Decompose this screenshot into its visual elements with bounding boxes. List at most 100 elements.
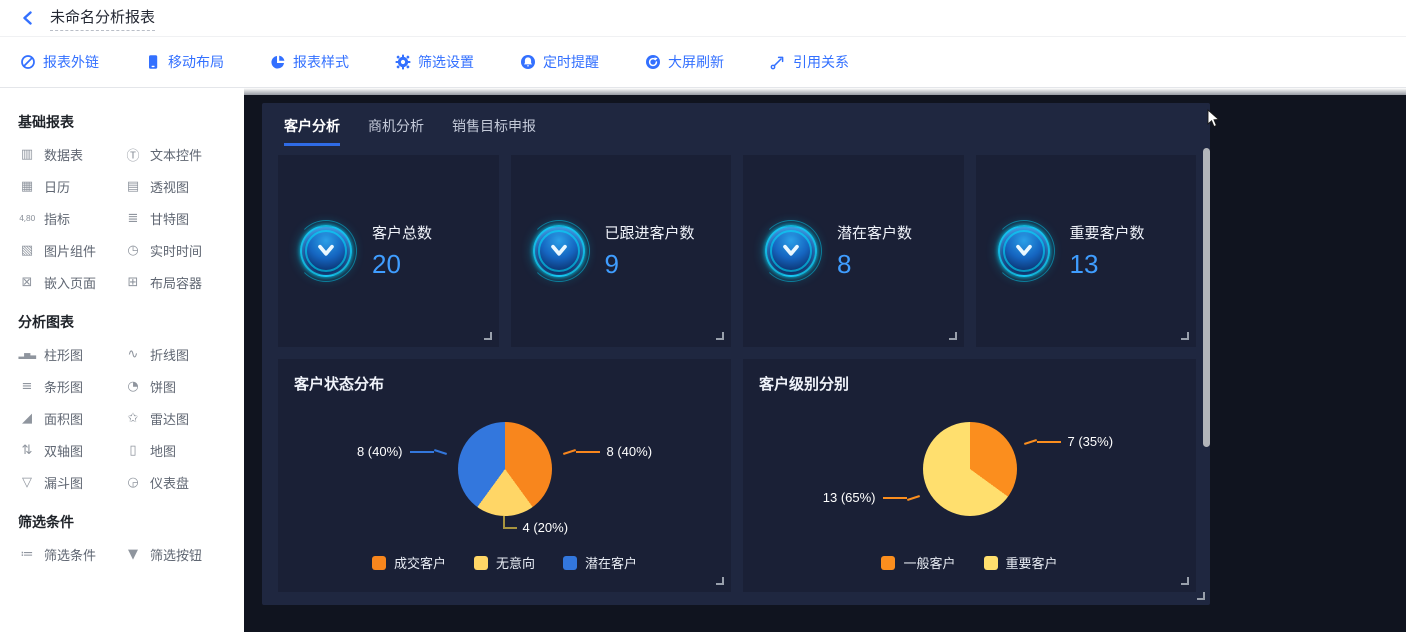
pie-chart-area: 8 (40%) 8 (40%) 4 (20%) <box>294 398 715 550</box>
sidebar-item-dual-axis-chart[interactable]: ⇅双轴图 <box>18 434 124 466</box>
section-title-analysis-charts: 分析图表 <box>18 312 244 332</box>
bell-icon <box>520 54 536 70</box>
section-title-basic-reports: 基础报表 <box>18 112 244 132</box>
sidebar-item-layout-container[interactable]: ⊞布局容器 <box>124 266 230 298</box>
sidebar-item-gauge[interactable]: ◶仪表盘 <box>124 466 230 498</box>
canvas-tabs: 客户分析 商机分析 销售目标申报 <box>262 103 1210 146</box>
sidebar-item-filter-button[interactable]: ▼筛选按钮 <box>124 538 230 570</box>
pie-chart-area: 7 (35%) 13 (65%) <box>759 398 1180 550</box>
line-chart-icon: ∿ <box>124 347 142 362</box>
dual-axis-chart-icon: ⇅ <box>18 443 36 458</box>
filter-conditions-grid: ≔筛选条件 ▼筛选按钮 <box>18 538 244 570</box>
label-line <box>563 449 576 455</box>
kpi-card-total-customers[interactable]: 客户总数 20 <box>278 155 499 347</box>
sidebar-item-map[interactable]: ▯地图 <box>124 434 230 466</box>
component-sidebar: 基础报表 ▥数据表 Ⓣ文本控件 ▦日历 ▤透视图 4,80指标 ≣甘特图 ▧图片… <box>0 88 244 632</box>
vertical-scrollbar[interactable] <box>1203 148 1210 447</box>
sidebar-item-calendar[interactable]: ▦日历 <box>18 170 124 202</box>
sidebar-item-area-chart[interactable]: ◢面积图 <box>18 402 124 434</box>
clock-icon: ◷ <box>124 243 142 258</box>
kpi-label: 潜在客户数 <box>837 222 912 243</box>
report-title[interactable]: 未命名分析报表 <box>50 6 155 31</box>
sidebar-item-funnel-chart[interactable]: ▽漏斗图 <box>18 466 124 498</box>
chart-title: 客户状态分布 <box>294 373 715 394</box>
kpi-card-important-customers[interactable]: 重要客户数 13 <box>976 155 1197 347</box>
resize-handle-icon[interactable] <box>716 332 724 340</box>
report-canvas[interactable]: 客户分析 商机分析 销售目标申报 客户总数 20 <box>244 88 1406 632</box>
kpi-badge-icon <box>533 225 585 277</box>
back-button[interactable] <box>16 6 40 30</box>
pie-chart[interactable] <box>458 422 552 516</box>
label-line <box>410 451 434 453</box>
sidebar-item-bar-chart[interactable]: ≡条形图 <box>18 370 124 402</box>
sidebar-item-data-table[interactable]: ▥数据表 <box>18 138 124 170</box>
resize-handle-icon[interactable] <box>716 577 724 585</box>
sidebar-item-pie-chart[interactable]: ◔饼图 <box>124 370 230 402</box>
tool-label: 大屏刷新 <box>668 52 724 72</box>
kpi-value: 13 <box>1070 249 1145 280</box>
basic-reports-grid: ▥数据表 Ⓣ文本控件 ▦日历 ▤透视图 4,80指标 ≣甘特图 ▧图片组件 ◷实… <box>18 138 244 298</box>
chart-customer-level[interactable]: 客户级别分别 7 (35%) 13 (65%) <box>743 359 1196 592</box>
filter-condition-icon: ≔ <box>18 547 36 562</box>
tab-customer-analysis[interactable]: 客户分析 <box>284 116 340 146</box>
pie-chart[interactable] <box>923 422 1017 516</box>
relation-arrow-icon <box>770 54 786 70</box>
legend-item-general-customers[interactable]: 一般客户 <box>881 553 955 572</box>
scheduled-reminder-button[interactable]: 定时提醒 <box>520 52 599 72</box>
tab-opportunity-analysis[interactable]: 商机分析 <box>368 116 424 146</box>
resize-handle-icon[interactable] <box>484 332 492 340</box>
reference-relation-button[interactable]: 引用关系 <box>770 52 849 72</box>
canvas-top-edge <box>244 88 1406 95</box>
sidebar-item-realtime-clock[interactable]: ◷实时时间 <box>124 234 230 266</box>
report-style-button[interactable]: 报表样式 <box>270 52 349 72</box>
pie-style-icon <box>270 54 286 70</box>
label-line <box>1037 441 1061 443</box>
report-external-link-button[interactable]: 报表外链 <box>20 52 99 72</box>
label-line <box>883 497 907 499</box>
filter-settings-button[interactable]: 筛选设置 <box>395 52 474 72</box>
resize-handle-icon[interactable] <box>1197 592 1205 600</box>
kpi-value: 8 <box>837 249 912 280</box>
area-chart-icon: ◢ <box>18 411 36 426</box>
legend-item-no-intent[interactable]: 无意向 <box>474 553 535 572</box>
sidebar-item-line-chart[interactable]: ∿折线图 <box>124 338 230 370</box>
mobile-layout-button[interactable]: 移动布局 <box>145 52 224 72</box>
link-icon <box>20 54 36 70</box>
tab-sales-target-report[interactable]: 销售目标申报 <box>452 116 536 146</box>
kpi-row: 客户总数 20 已跟进客户数 9 <box>278 155 1196 347</box>
sidebar-item-pivot-table[interactable]: ▤透视图 <box>124 170 230 202</box>
image-widget-icon: ▧ <box>18 243 36 258</box>
resize-handle-icon[interactable] <box>1181 577 1189 585</box>
calendar-icon: ▦ <box>18 179 36 194</box>
sidebar-item-text-widget[interactable]: Ⓣ文本控件 <box>124 138 230 170</box>
label-line <box>434 449 447 455</box>
kpi-card-followed-customers[interactable]: 已跟进客户数 9 <box>511 155 732 347</box>
screen-refresh-button[interactable]: 大屏刷新 <box>645 52 724 72</box>
text-widget-icon: Ⓣ <box>124 145 142 164</box>
tab-container-widget[interactable]: 客户分析 商机分析 销售目标申报 客户总数 20 <box>262 103 1210 605</box>
gauge-icon: ◶ <box>124 475 142 490</box>
chart-customer-status-distribution[interactable]: 客户状态分布 8 (40%) 8 (40%) <box>278 359 731 592</box>
legend-item-important-customers[interactable]: 重要客户 <box>984 553 1058 572</box>
resize-handle-icon[interactable] <box>1181 332 1189 340</box>
sidebar-item-image-widget[interactable]: ▧图片组件 <box>18 234 124 266</box>
chart-title: 客户级别分别 <box>759 373 1180 394</box>
sidebar-item-gantt-chart[interactable]: ≣甘特图 <box>124 202 230 234</box>
tool-label: 筛选设置 <box>418 52 474 72</box>
resize-handle-icon[interactable] <box>949 332 957 340</box>
kpi-card-potential-customers[interactable]: 潜在客户数 8 <box>743 155 964 347</box>
indicator-icon: 4,80 <box>18 214 36 223</box>
kpi-value: 20 <box>372 249 432 280</box>
legend-item-potential-customers[interactable]: 潜在客户 <box>563 553 637 572</box>
sidebar-item-indicator[interactable]: 4,80指标 <box>18 202 124 234</box>
pie-label-potential: 8 (40%) <box>357 444 447 459</box>
legend-item-closed-customers[interactable]: 成交客户 <box>372 553 446 572</box>
sidebar-item-column-chart[interactable]: ▂▅▃柱形图 <box>18 338 124 370</box>
sidebar-item-embed-page[interactable]: ⊠嵌入页面 <box>18 266 124 298</box>
toolbar: 报表外链 移动布局 报表样式 <box>0 37 1406 88</box>
chart-legend: 成交客户 无意向 潜在客户 <box>278 553 731 572</box>
sidebar-item-radar-chart[interactable]: ✩雷达图 <box>124 402 230 434</box>
pie-chart-icon: ◔ <box>124 379 142 394</box>
label-line <box>576 451 600 453</box>
sidebar-item-filter-condition[interactable]: ≔筛选条件 <box>18 538 124 570</box>
